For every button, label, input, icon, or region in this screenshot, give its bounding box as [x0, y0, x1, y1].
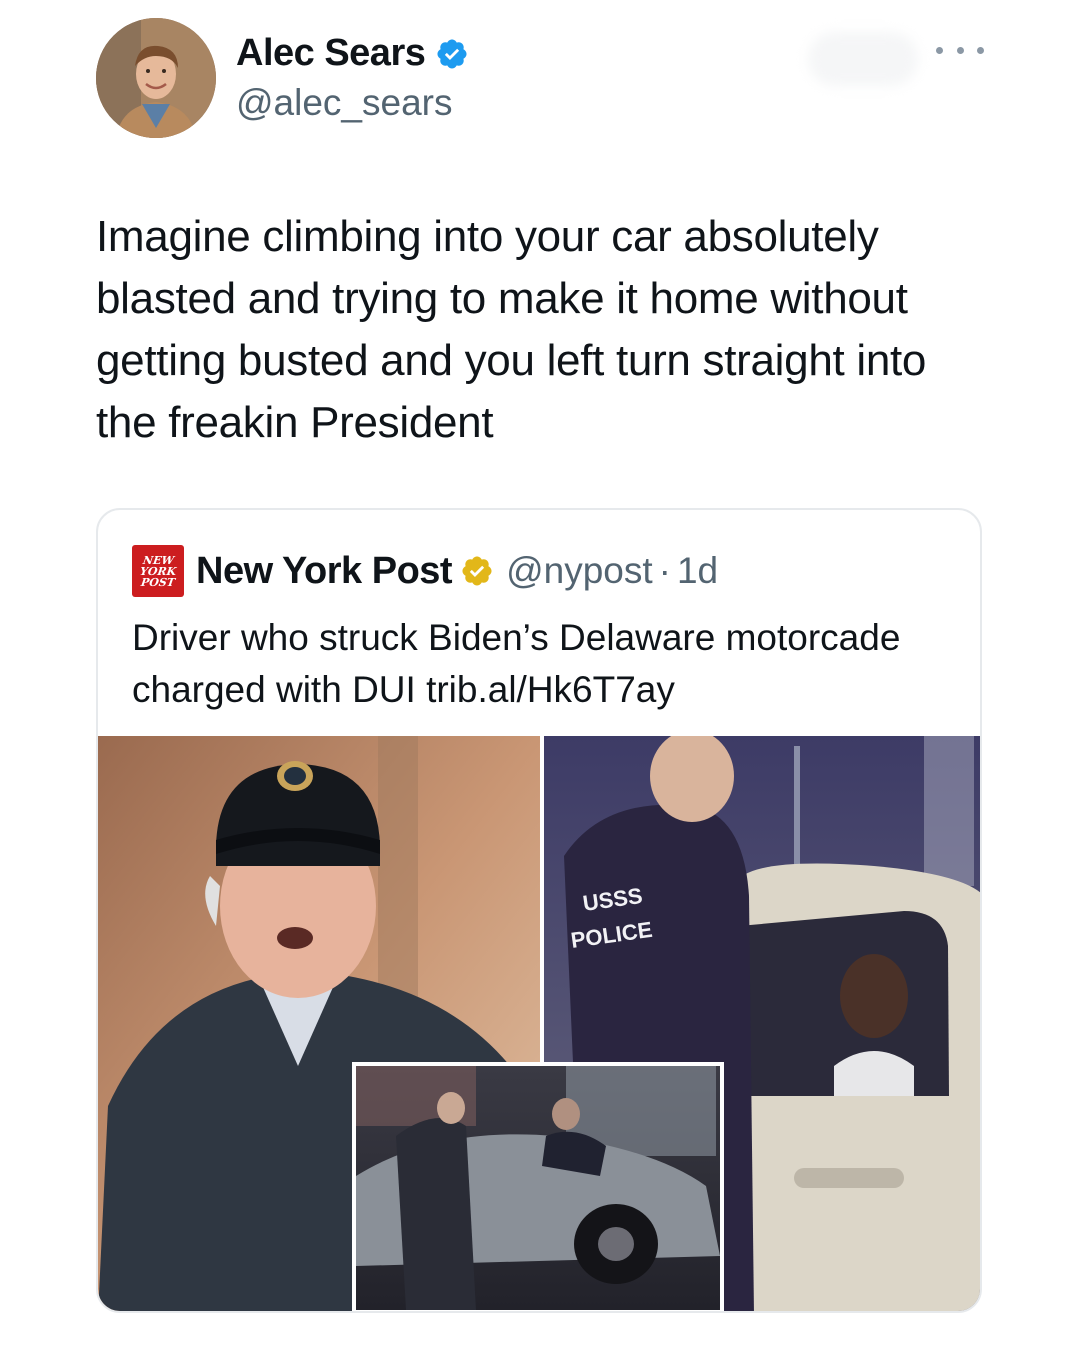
author-name-row: Alec Sears [236, 32, 469, 75]
blue-verified-icon [437, 38, 467, 69]
follow-button[interactable] [808, 32, 918, 86]
nypost-logo[interactable]: NEW YORK POST [132, 545, 184, 597]
quoted-display-name[interactable]: New York Post [196, 550, 453, 593]
author-display-name[interactable]: Alec Sears [236, 32, 426, 75]
more-horizontal-icon[interactable] [936, 38, 984, 62]
quoted-tweet-header: NEW YORK POST New York Post @nypost · 1d [132, 544, 718, 598]
quoted-tweet-text: Driver who struck Biden’s Delaware motor… [132, 617, 901, 710]
quoted-timestamp[interactable]: 1d [677, 550, 718, 592]
quoted-handle[interactable]: @nypost [506, 550, 653, 592]
dot-separator: · [658, 550, 671, 591]
photo-damaged-car-inset[interactable] [352, 1062, 724, 1311]
quoted-tweet-card[interactable]: NEW YORK POST New York Post @nypost · 1d… [96, 508, 982, 1313]
quoted-media-collage[interactable]: USSS POLICE [98, 736, 980, 1311]
author-avatar[interactable] [96, 18, 216, 138]
tweet-header: Alec Sears @alec_sears [96, 18, 996, 142]
gold-verified-icon [462, 556, 492, 586]
tweet-text: Imagine climbing into your car absolutel… [96, 212, 927, 447]
author-handle[interactable]: @alec_sears [236, 82, 453, 124]
avatar-photo [96, 18, 216, 138]
